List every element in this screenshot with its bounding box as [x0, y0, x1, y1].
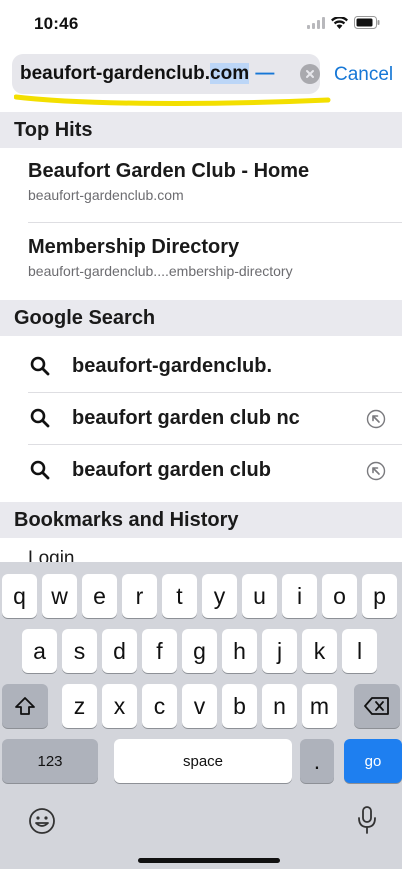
section-header-google-search: Google Search — [0, 300, 402, 336]
search-suggestion[interactable]: beaufort-gardenclub. — [0, 342, 402, 392]
key-f[interactable]: f — [142, 629, 177, 673]
arrow-up-left-icon[interactable] — [366, 461, 386, 481]
key-s[interactable]: s — [62, 629, 97, 673]
wifi-icon — [331, 16, 348, 29]
key-p[interactable]: p — [362, 574, 397, 618]
keyboard: q w e r t y u i o p a s d f g h j k l z … — [0, 562, 402, 869]
shift-icon — [15, 697, 35, 715]
emoji-icon[interactable] — [28, 807, 56, 835]
key-u[interactable]: u — [242, 574, 277, 618]
clear-text-button[interactable] — [300, 64, 320, 84]
magnifier-icon — [30, 408, 50, 428]
key-m[interactable]: m — [302, 684, 337, 728]
top-hit-url: beaufort-gardenclub....embership-directo… — [28, 263, 293, 279]
cancel-button[interactable]: Cancel — [334, 64, 393, 86]
section-header-bookmarks-history: Bookmarks and History — [0, 502, 402, 538]
numbers-key[interactable]: 123 — [2, 739, 98, 783]
top-hit-item[interactable]: Membership Directory beaufort-gardenclub… — [28, 236, 293, 279]
key-j[interactable]: j — [262, 629, 297, 673]
section-header-top-hits: Top Hits — [0, 112, 402, 148]
home-indicator[interactable] — [138, 858, 280, 863]
address-typed-text: beaufort-gardenclub. — [20, 63, 211, 84]
search-suggestion[interactable]: beaufort garden club — [0, 446, 402, 496]
key-t[interactable]: t — [162, 574, 197, 618]
arrow-up-left-icon[interactable] — [366, 409, 386, 429]
status-icons — [307, 16, 380, 29]
key-e[interactable]: e — [82, 574, 117, 618]
delete-backspace-icon — [364, 697, 389, 715]
key-r[interactable]: r — [122, 574, 157, 618]
row-divider — [28, 222, 402, 223]
key-c[interactable]: c — [142, 684, 177, 728]
search-suggestion-text: beaufort garden club — [72, 459, 271, 481]
search-suggestion-text: beaufort-gardenclub. — [72, 355, 273, 377]
search-suggestion-text: beaufort garden club nc — [72, 407, 300, 429]
key-y[interactable]: y — [202, 574, 237, 618]
key-k[interactable]: k — [302, 629, 337, 673]
key-d[interactable]: d — [102, 629, 137, 673]
key-x[interactable]: x — [102, 684, 137, 728]
top-hit-url: beaufort-gardenclub.com — [28, 187, 184, 203]
space-key[interactable]: space — [114, 739, 292, 783]
address-text[interactable]: beaufort-gardenclub.com — — [20, 63, 274, 85]
shift-key[interactable] — [2, 684, 48, 728]
top-hit-title: Membership Directory — [28, 236, 240, 258]
status-bar: 10:46 — [0, 0, 402, 46]
period-key[interactable]: . — [300, 739, 334, 783]
clear-x-icon — [306, 70, 314, 78]
search-suggestion[interactable]: beaufort garden club nc — [0, 394, 402, 444]
key-b[interactable]: b — [222, 684, 257, 728]
key-i[interactable]: i — [282, 574, 317, 618]
yellow-underline-annotation — [14, 94, 331, 106]
key-a[interactable]: a — [22, 629, 57, 673]
delete-key[interactable] — [354, 684, 400, 728]
key-z[interactable]: z — [62, 684, 97, 728]
key-w[interactable]: w — [42, 574, 77, 618]
key-g[interactable]: g — [182, 629, 217, 673]
key-h[interactable]: h — [222, 629, 257, 673]
text-cursor-handle: — — [250, 63, 275, 84]
address-selected-suffix: com — [210, 63, 250, 84]
address-field[interactable]: beaufort-gardenclub.com — — [12, 54, 320, 94]
key-v[interactable]: v — [182, 684, 217, 728]
key-n[interactable]: n — [262, 684, 297, 728]
status-time: 10:46 — [34, 14, 79, 33]
magnifier-icon — [30, 460, 50, 480]
key-o[interactable]: o — [322, 574, 357, 618]
row-divider — [28, 444, 402, 445]
magnifier-icon — [30, 356, 50, 376]
go-key[interactable]: go — [344, 739, 402, 783]
row-divider — [28, 392, 402, 393]
cellular-signal-icon — [307, 16, 325, 29]
key-l[interactable]: l — [342, 629, 377, 673]
key-q[interactable]: q — [2, 574, 37, 618]
microphone-icon[interactable] — [356, 805, 378, 835]
top-hit-item[interactable]: Beaufort Garden Club - Home beaufort-gar… — [28, 160, 309, 203]
top-hit-title: Beaufort Garden Club - Home — [28, 160, 310, 182]
battery-icon — [354, 16, 380, 29]
